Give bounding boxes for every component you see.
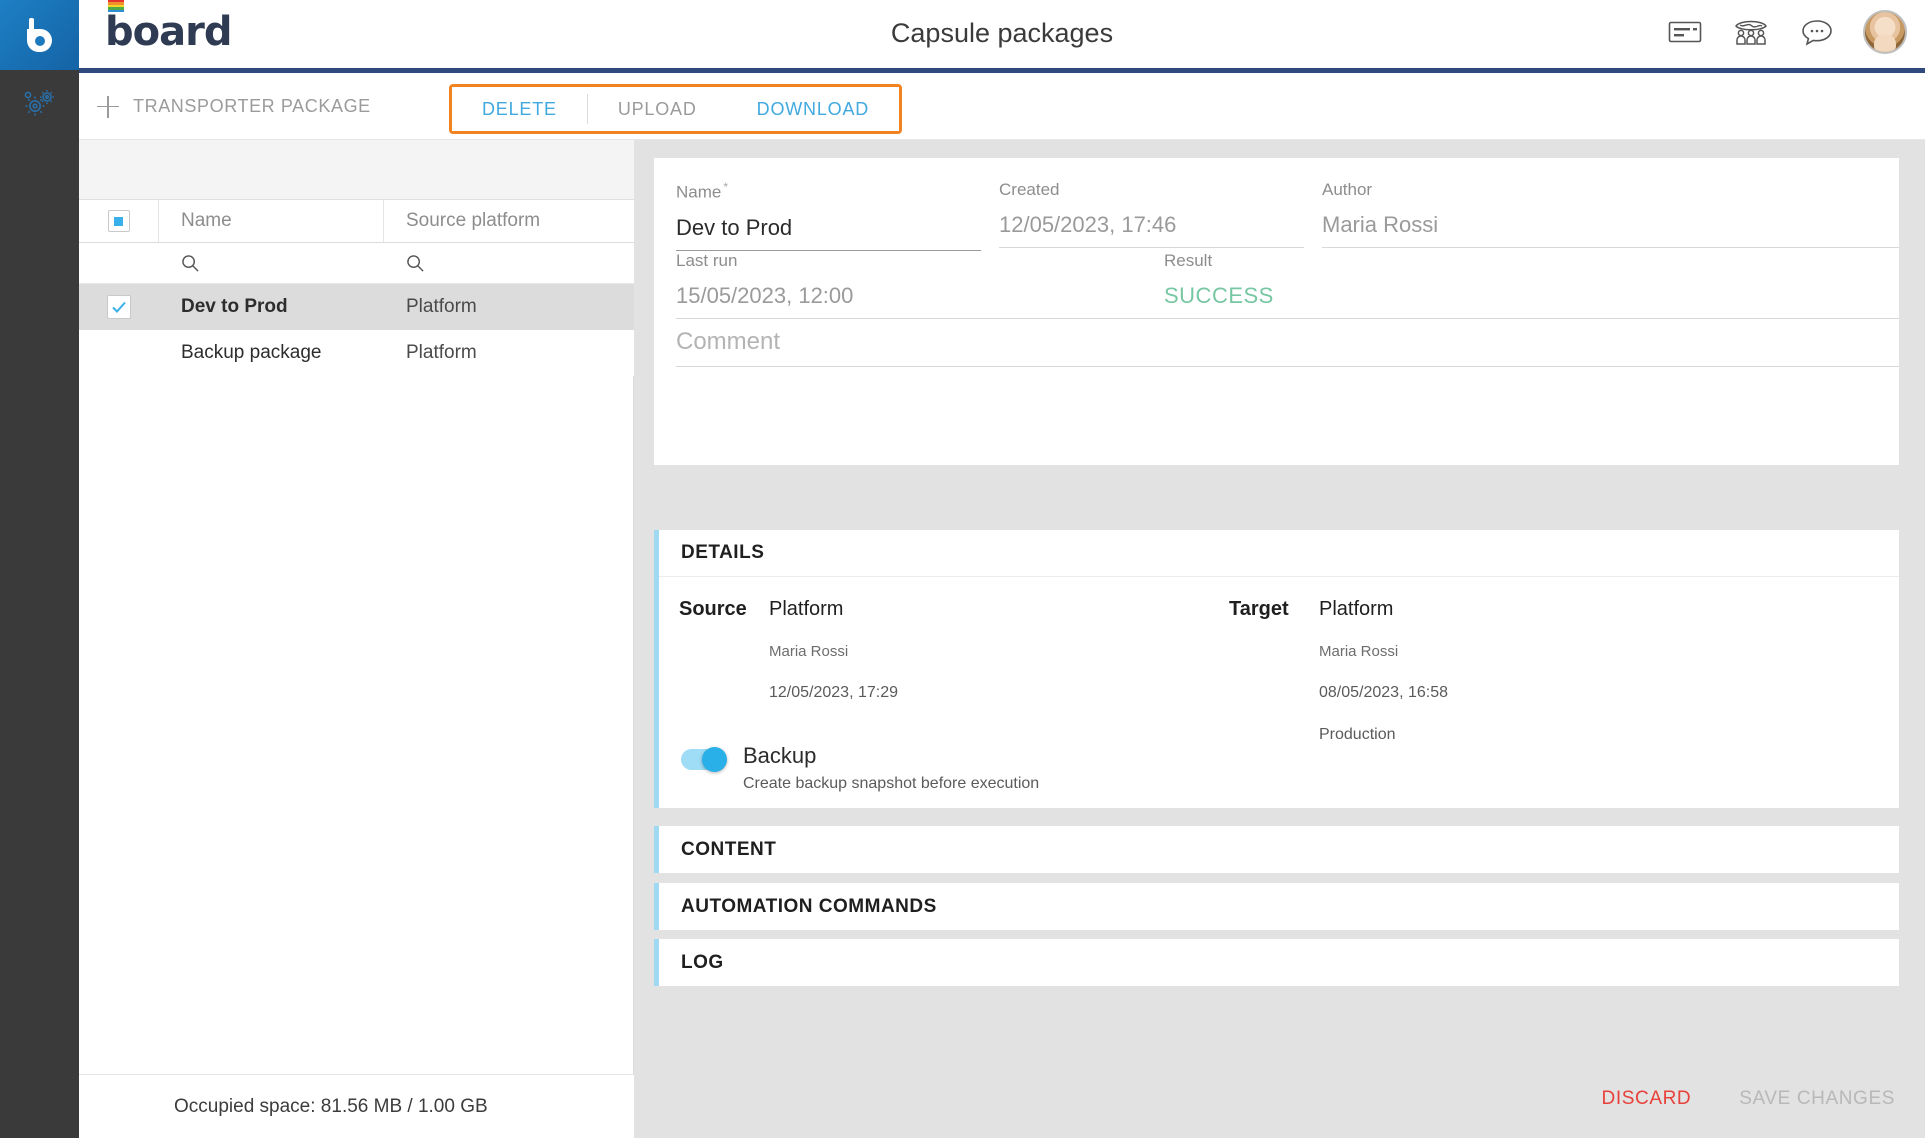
plus-icon — [97, 96, 119, 118]
table-row[interactable]: Backup package Platform — [79, 330, 634, 376]
name-value[interactable]: Dev to Prod — [676, 215, 981, 250]
comment-field[interactable]: Comment — [676, 328, 1899, 367]
select-all-cell[interactable] — [79, 200, 159, 242]
source-platform: Platform — [769, 598, 843, 621]
source-block: Source Platform Maria Rossi 12/05/2023, … — [679, 598, 898, 702]
created-field: Created 12/05/2023, 17:46 — [999, 180, 1304, 248]
filter-name-cell[interactable] — [159, 243, 384, 283]
status-badge: SUCCESS — [1164, 283, 1899, 318]
gears-icon — [23, 88, 57, 118]
row-checkbox-checked[interactable] — [107, 295, 131, 319]
new-transporter-package-button[interactable]: TRANSPORTER PACKAGE — [97, 73, 371, 140]
brand-stripes-icon — [108, 0, 124, 13]
author-value: Maria Rossi — [1322, 212, 1899, 247]
target-key: Target — [1229, 598, 1319, 621]
row-checkbox-cell[interactable] — [79, 295, 159, 319]
section-automation-title[interactable]: AUTOMATION COMMANDS — [659, 883, 1899, 930]
section-content[interactable]: CONTENT — [654, 826, 1899, 873]
created-value: 12/05/2023, 17:46 — [999, 212, 1304, 247]
page-title: Capsule packages — [79, 18, 1925, 49]
board-b-icon — [27, 18, 53, 52]
team-icon[interactable] — [1731, 12, 1771, 52]
occupied-space-label: Occupied space: 81.56 MB / 1.00 GB — [79, 1074, 634, 1138]
author-field: Author Maria Rossi — [1322, 180, 1899, 248]
target-date: 08/05/2023, 16:58 — [1319, 684, 1448, 702]
target-platform: Platform — [1319, 598, 1393, 621]
row-source-platform: Platform — [384, 342, 634, 364]
created-underline — [999, 247, 1304, 248]
sidebar-item-settings[interactable] — [0, 70, 79, 136]
discard-button[interactable]: DISCARD — [1602, 1088, 1692, 1110]
section-details: DETAILS Source Platform Maria Rossi 12/0… — [654, 530, 1899, 808]
toggle-knob — [702, 747, 727, 772]
card-icon[interactable] — [1665, 12, 1705, 52]
top-bar: board Capsule packages — [79, 0, 1925, 68]
created-label: Created — [999, 180, 1304, 200]
comment-underline — [676, 366, 1899, 367]
source-author: Maria Rossi — [769, 643, 898, 660]
comment-placeholder: Comment — [676, 328, 1899, 366]
column-header-name[interactable]: Name — [159, 200, 384, 242]
package-actions-group: DELETE UPLOAD DOWNLOAD — [449, 84, 902, 134]
result-underline — [1164, 318, 1899, 319]
search-icon — [181, 254, 200, 273]
column-header-source-platform[interactable]: Source platform — [384, 200, 634, 242]
package-detail-panel: Name* Dev to Prod Created 12/05/2023, 17… — [634, 140, 1925, 1138]
detail-footer-actions: DISCARD SAVE CHANGES — [1602, 1088, 1895, 1110]
rail-board-logo[interactable] — [0, 0, 79, 70]
result-field: Result SUCCESS — [1164, 251, 1899, 319]
source-date: 12/05/2023, 17:29 — [769, 684, 898, 702]
chat-icon[interactable] — [1797, 12, 1837, 52]
backup-toggle-description: Create backup snapshot before execution — [743, 775, 1039, 793]
left-rail — [0, 0, 79, 1138]
upload-button[interactable]: UPLOAD — [588, 87, 727, 131]
section-log[interactable]: LOG — [654, 939, 1899, 986]
save-changes-button[interactable]: SAVE CHANGES — [1739, 1088, 1895, 1110]
header-icon-group — [1665, 10, 1907, 54]
section-log-title[interactable]: LOG — [659, 939, 1899, 986]
backup-toggle-label: Backup — [743, 743, 1039, 769]
backup-toggle-row: Backup Create backup snapshot before exe… — [681, 743, 1039, 793]
row-name: Backup package — [159, 342, 384, 364]
backup-toggle[interactable] — [681, 749, 725, 770]
name-label: Name* — [676, 180, 981, 203]
table-row[interactable]: Dev to Prod Platform — [79, 284, 634, 330]
avatar[interactable] — [1863, 10, 1907, 54]
action-toolbar: TRANSPORTER PACKAGE DELETE UPLOAD DOWNLO… — [79, 73, 1925, 140]
section-automation-commands[interactable]: AUTOMATION COMMANDS — [654, 883, 1899, 930]
author-underline — [1322, 247, 1899, 248]
target-block: Target Platform Maria Rossi 08/05/2023, … — [1229, 598, 1448, 744]
select-all-checkbox[interactable] — [108, 210, 130, 232]
name-field[interactable]: Name* Dev to Prod — [676, 180, 981, 251]
search-icon — [406, 254, 425, 273]
package-list-panel: Name Source platform — [79, 140, 634, 1138]
source-key: Source — [679, 598, 769, 621]
list-header-row: Name Source platform — [79, 200, 634, 243]
list-filter-row — [79, 243, 634, 284]
filter-source-platform-cell[interactable] — [384, 243, 634, 283]
filter-spacer — [79, 243, 159, 283]
app-root: board Capsule packages — [0, 0, 1925, 1138]
author-label: Author — [1322, 180, 1899, 200]
section-details-title[interactable]: DETAILS — [659, 530, 1899, 577]
new-package-label: TRANSPORTER PACKAGE — [133, 96, 371, 117]
list-toolbar-spacer — [79, 140, 634, 200]
delete-button[interactable]: DELETE — [452, 87, 587, 131]
target-author: Maria Rossi — [1319, 643, 1448, 660]
download-button[interactable]: DOWNLOAD — [727, 87, 899, 131]
section-content-title[interactable]: CONTENT — [659, 826, 1899, 873]
target-environment: Production — [1319, 726, 1448, 744]
result-label: Result — [1164, 251, 1899, 271]
row-source-platform: Platform — [384, 296, 634, 318]
row-name: Dev to Prod — [159, 296, 384, 318]
required-marker: * — [723, 180, 728, 194]
package-summary-card: Name* Dev to Prod Created 12/05/2023, 17… — [654, 158, 1899, 465]
